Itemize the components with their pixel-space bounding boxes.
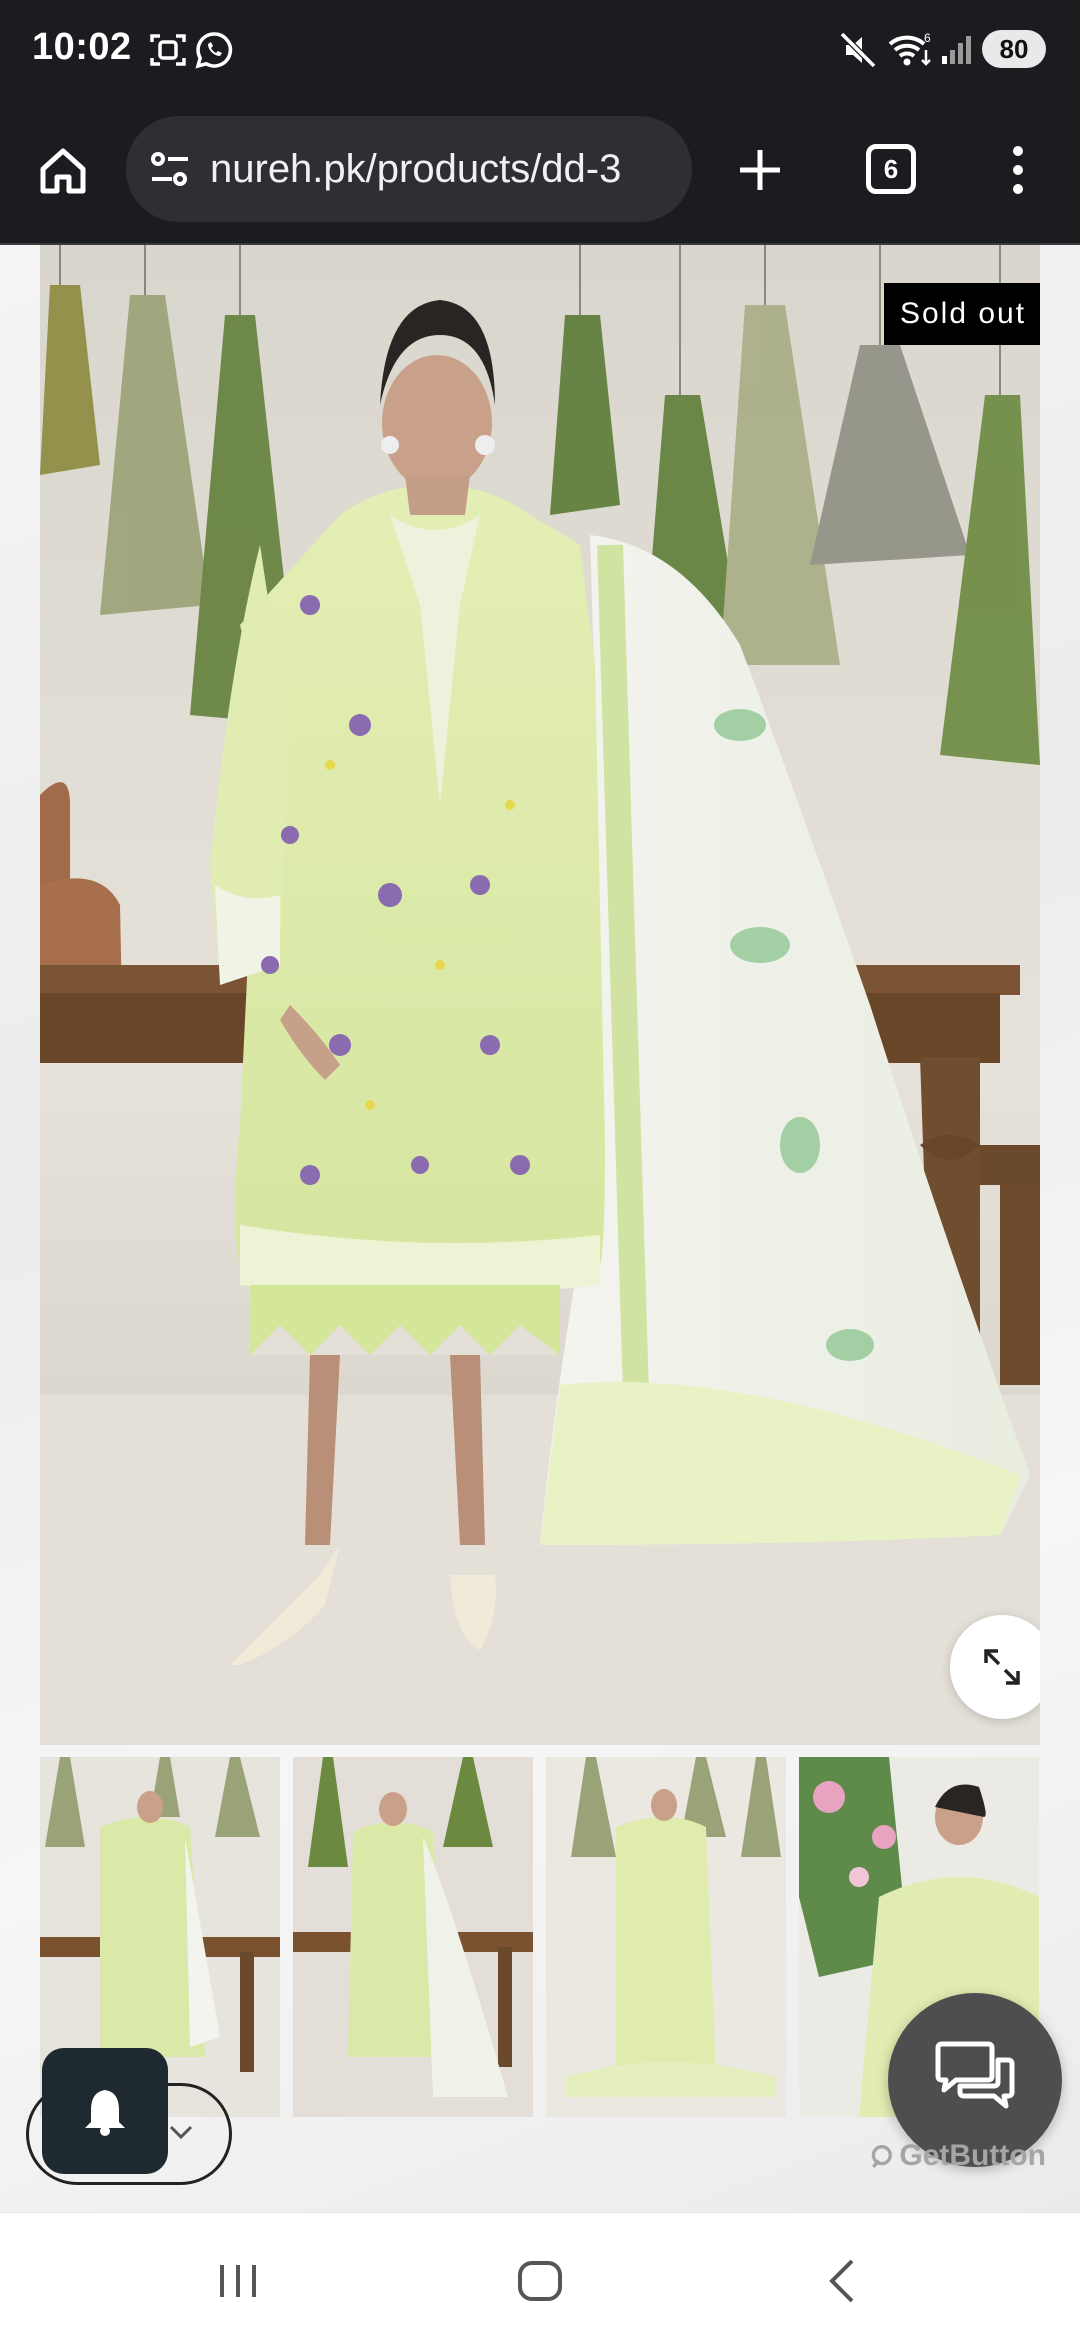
page-content: Sold out GetButton <box>0 245 1080 2212</box>
site-settings-icon[interactable] <box>148 149 192 189</box>
chevron-down-icon[interactable] <box>166 2117 196 2147</box>
getbutton-logo-icon <box>871 2145 892 2169</box>
system-nav-bar <box>0 2212 1080 2340</box>
new-tab-icon[interactable] <box>730 140 790 200</box>
status-time: 10:02 <box>32 26 132 68</box>
wifi-icon: 6 <box>884 28 936 72</box>
mute-icon <box>836 28 880 72</box>
tabs-button[interactable]: 6 <box>866 144 916 194</box>
bell-icon <box>85 2090 125 2136</box>
expand-icon <box>984 1649 1020 1685</box>
home-icon[interactable] <box>30 138 96 204</box>
getbutton-label: GetButton <box>899 2139 1046 2172</box>
sold-out-badge: Sold out <box>884 283 1040 345</box>
menu-icon[interactable] <box>1000 140 1036 200</box>
product-main-image[interactable]: Sold out <box>40 245 1040 1745</box>
product-photo <box>40 245 1040 1745</box>
chat-icon <box>935 2041 1015 2109</box>
screenshot-icon <box>146 28 190 72</box>
whatsapp-icon <box>192 28 236 72</box>
status-bar: 10:02 6 80 <box>0 0 1080 100</box>
recent-apps-icon[interactable] <box>208 2251 268 2311</box>
back-icon[interactable] <box>812 2251 872 2311</box>
home-nav-icon[interactable] <box>510 2251 570 2311</box>
getbutton-branding[interactable]: GetButton <box>870 2138 1046 2174</box>
address-bar[interactable]: nureh.pk/products/dd-3 <box>126 116 692 222</box>
battery-level: 80 <box>982 30 1046 68</box>
svg-text:6: 6 <box>924 31 931 45</box>
notification-bell-button[interactable] <box>42 2048 168 2174</box>
thumbnail-2[interactable] <box>293 1757 533 2117</box>
signal-icon <box>936 28 980 72</box>
thumbnail-3[interactable] <box>546 1757 786 2117</box>
browser-toolbar: nureh.pk/products/dd-3 6 <box>0 100 1080 245</box>
url-text[interactable]: nureh.pk/products/dd-3 <box>210 146 680 192</box>
